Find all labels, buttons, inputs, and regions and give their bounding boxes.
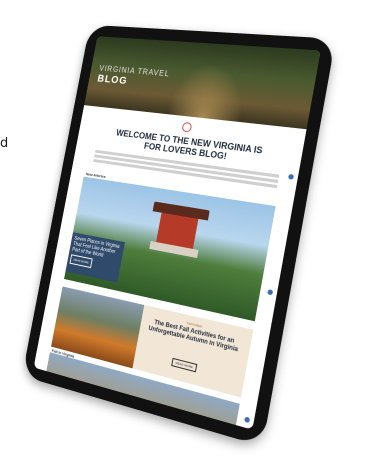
- hero-image: VIRGINIA TRAVEL BLOG: [84, 36, 321, 130]
- tablet-device: VIRGINIA TRAVEL BLOG WELCOME TO THE NEW …: [22, 24, 336, 447]
- feature-title: 10 Spectacular Places to See Fall Foliag…: [43, 389, 92, 412]
- read-more-button[interactable]: READ MORE: [69, 254, 93, 269]
- scroll-dot[interactable]: [287, 173, 295, 180]
- heart-icon: [181, 121, 193, 133]
- read-more-button[interactable]: READ MORE: [171, 357, 198, 373]
- feature-overlay: Seven Places in Virginia That Feel Like …: [65, 232, 125, 283]
- pagoda-image: [145, 201, 210, 262]
- scroll-dot[interactable]: [244, 416, 251, 424]
- hero-title: BLOG: [96, 73, 129, 87]
- feature-overlay: 10 Spectacular Places to See Fall Foliag…: [37, 386, 95, 430]
- subcard[interactable]: [121, 282, 160, 290]
- cropped-left-text: d: [0, 136, 9, 151]
- scroll-dot[interactable]: [267, 289, 274, 296]
- tablet-screen: VIRGINIA TRAVEL BLOG WELCOME TO THE NEW …: [33, 36, 321, 430]
- subcard[interactable]: [121, 282, 160, 290]
- subcard[interactable]: [121, 282, 160, 290]
